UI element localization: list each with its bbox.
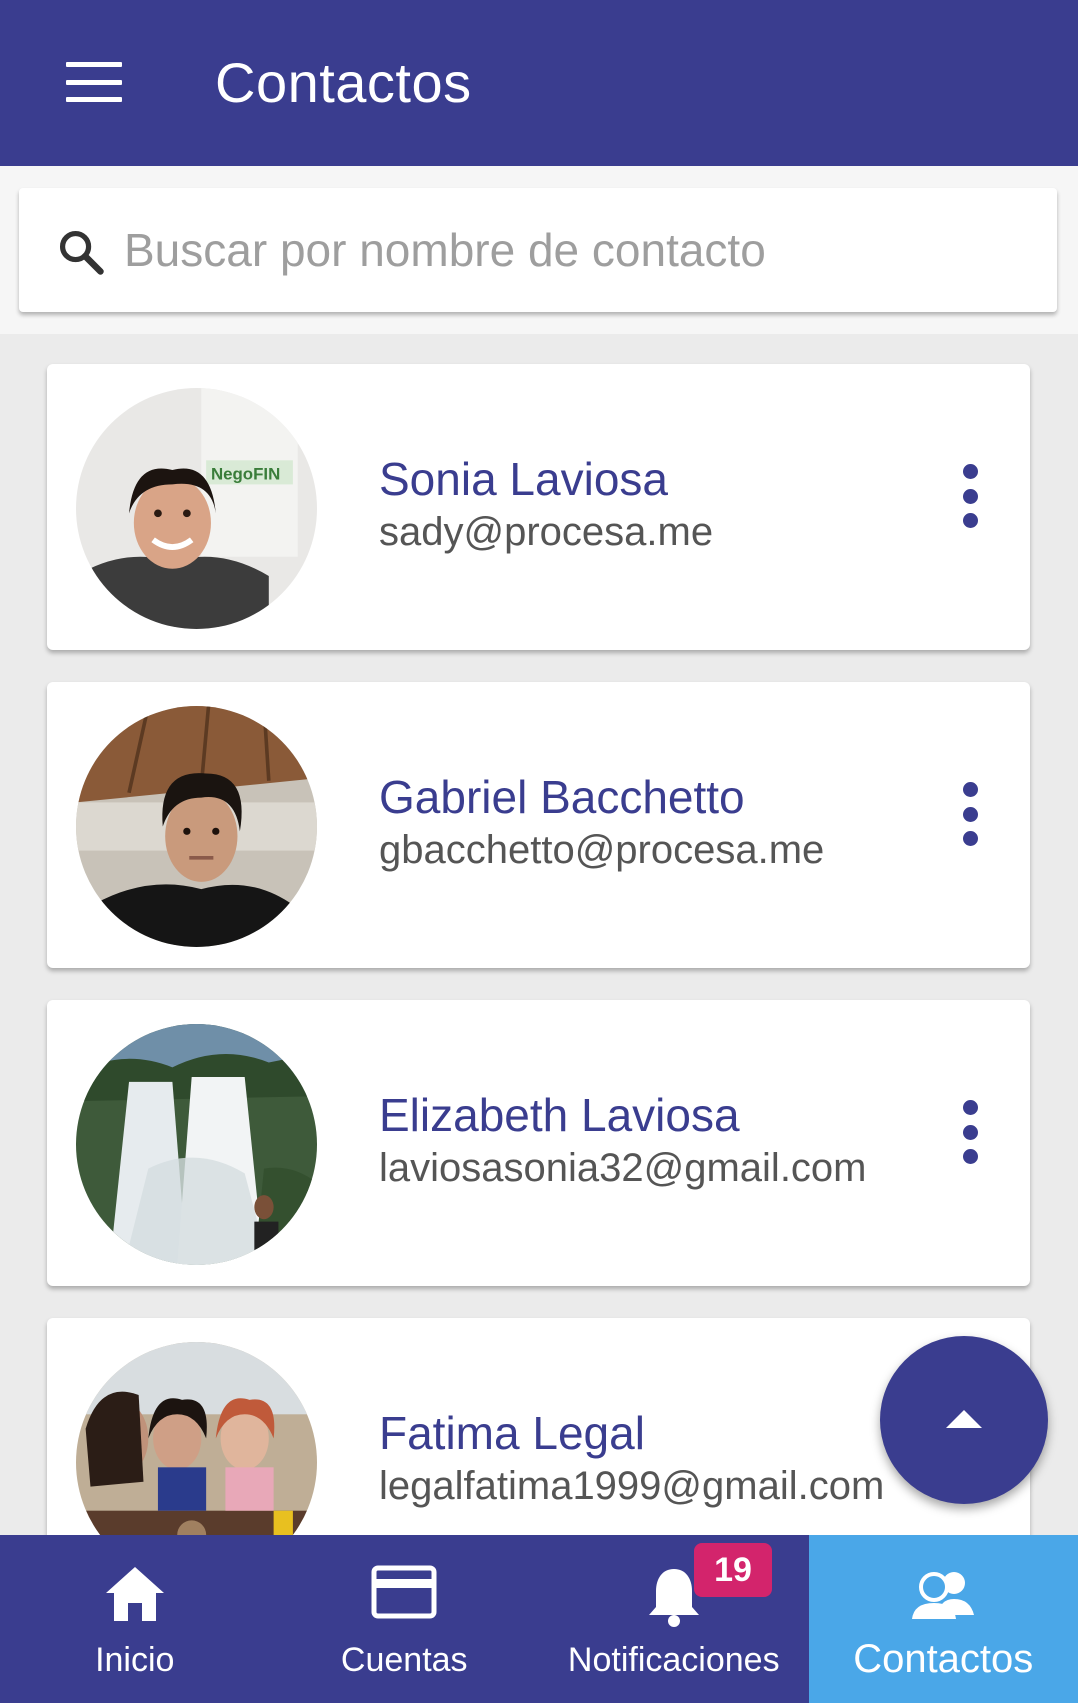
contact-name: Elizabeth Laviosa: [379, 1089, 740, 1141]
nav-item-inicio[interactable]: Inicio: [0, 1535, 270, 1703]
nav-label: Cuentas: [340, 1641, 468, 1679]
contact-name: Fatima Legal: [379, 1407, 645, 1459]
more-options-icon[interactable]: [955, 782, 985, 846]
contact-name: Sonia Laviosa: [379, 453, 668, 505]
search-bar[interactable]: [19, 188, 1057, 312]
bottom-navigation: Inicio Cuentas 19 Notificaciones Contact…: [0, 1535, 1078, 1703]
arrow-up-icon: [946, 1410, 982, 1428]
more-options-icon[interactable]: [955, 1100, 985, 1164]
nav-item-contactos[interactable]: Contactos: [808, 1535, 1078, 1703]
notification-badge: 19: [694, 1543, 772, 1597]
search-input[interactable]: [124, 212, 1024, 288]
app-bar: Contactos: [0, 0, 1078, 166]
credit-card-icon: [371, 1565, 437, 1619]
home-icon: [105, 1567, 164, 1621]
app-root: Contactos NegoFIN: [0, 0, 1078, 1703]
hamburger-menu-icon[interactable]: [66, 62, 122, 102]
search-area: [0, 166, 1078, 334]
avatar: [76, 706, 317, 947]
contact-card[interactable]: Gabriel Bacchetto gbacchetto@procesa.me: [47, 682, 1030, 968]
contact-card[interactable]: NegoFIN Sonia Laviosa sady@procesa.me: [47, 364, 1030, 650]
scroll-to-top-button[interactable]: [880, 1336, 1048, 1504]
contact-email: laviosasonia32@gmail.com: [379, 1146, 867, 1190]
contact-email: gbacchetto@procesa.me: [379, 828, 825, 872]
search-icon: [59, 230, 104, 275]
contacts-icon: [912, 1572, 975, 1619]
contact-card[interactable]: Elizabeth Laviosa laviosasonia32@gmail.c…: [47, 1000, 1030, 1286]
nav-item-cuentas[interactable]: Cuentas: [270, 1535, 540, 1703]
contact-name: Gabriel Bacchetto: [379, 771, 745, 823]
nav-label: Inicio: [95, 1641, 175, 1679]
svg-text:NegoFIN: NegoFIN: [211, 465, 280, 484]
page-title: Contactos: [215, 51, 472, 114]
nav-item-notificaciones[interactable]: 19 Notificaciones: [539, 1535, 809, 1703]
contact-email: legalfatima1999@gmail.com: [379, 1464, 885, 1508]
avatar: NegoFIN: [76, 388, 317, 629]
avatar: [76, 1024, 317, 1265]
contact-email: sady@procesa.me: [379, 510, 714, 554]
more-options-icon[interactable]: [955, 464, 985, 528]
nav-label: Notificaciones: [567, 1641, 780, 1679]
nav-label: Contactos: [853, 1637, 1034, 1681]
